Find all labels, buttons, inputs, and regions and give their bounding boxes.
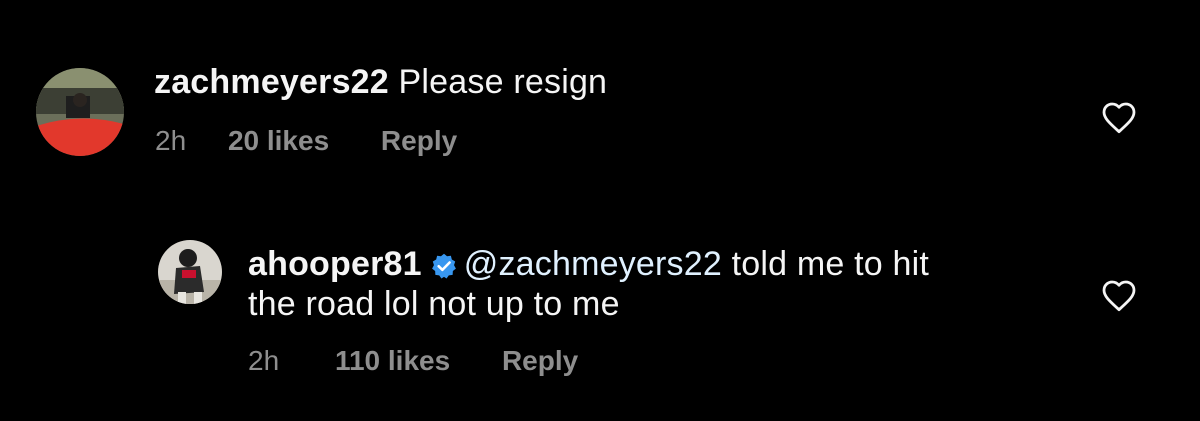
avatar[interactable]	[36, 68, 124, 156]
mention-link[interactable]: @zachmeyers22	[464, 245, 722, 283]
avatar[interactable]	[158, 240, 222, 304]
timestamp: 2h	[155, 125, 187, 156]
comment-meta: 2h 20 likes Reply	[155, 124, 457, 158]
username[interactable]: ahooper81	[248, 245, 422, 283]
comment-meta: 2h 110 likes Reply	[248, 344, 578, 378]
likes-count[interactable]: 20 likes	[228, 124, 329, 158]
heart-outline-icon[interactable]	[1100, 100, 1138, 134]
reply-button[interactable]: Reply	[502, 344, 578, 378]
likes-count[interactable]: 110 likes	[335, 344, 450, 378]
timestamp: 2h	[248, 345, 280, 376]
heart-outline-icon[interactable]	[1100, 278, 1138, 312]
comment-body-line2: the road lol not up to me	[248, 285, 620, 323]
comment: zachmeyers22 Please resign 2h 20 likes R…	[0, 0, 1200, 200]
comment-text: zachmeyers22 Please resign	[154, 60, 607, 104]
comment-body-line1: told me to hit	[721, 245, 930, 283]
username[interactable]: zachmeyers22	[154, 63, 389, 101]
reply-comment: ahooper81 @zachmeyers22 told me to hit t…	[0, 200, 1200, 421]
comment-body: Please resign	[388, 63, 608, 101]
reply-button[interactable]: Reply	[381, 124, 457, 158]
